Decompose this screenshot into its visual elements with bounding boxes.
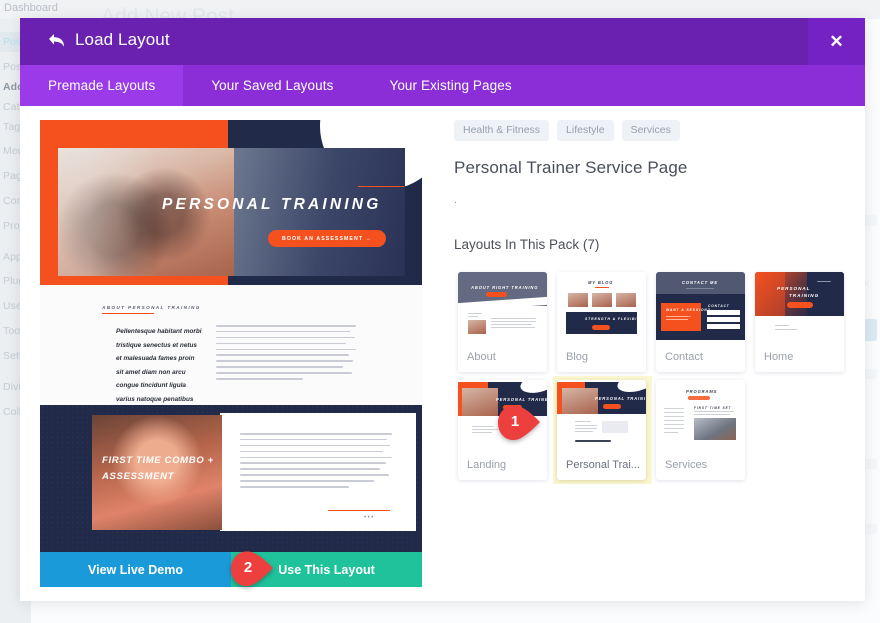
layout-preview-column: PERSONAL TRAINING BOOK AN ASSESSMENT → A… [40, 120, 422, 587]
screen: Dashboard Add New Post New in Posts Post… [0, 0, 880, 623]
layout-label: Home [764, 351, 794, 363]
view-live-demo-label: View Live Demo [88, 562, 183, 577]
layout-label: Personal Trai... [566, 459, 640, 471]
about-layout-card[interactable]: ABOUT RIGHT TRAINING About [458, 272, 547, 372]
layout-cell-contact: CONTACT ME WANT A SESSION? CONTACT Conta… [652, 268, 751, 376]
thumb-caption: CONTACT ME [682, 280, 718, 285]
thumb-caption: MY BLOG [588, 280, 614, 285]
thumb-caption: PERSONAL TRAINING [595, 396, 646, 401]
preview-action-bar: View Live Demo Use This Layout [40, 552, 422, 587]
tab-label: Your Saved Layouts [211, 78, 334, 93]
modal-title: Load Layout [75, 30, 170, 49]
home-layout-card[interactable]: PERSONAL TRAINING Home [755, 272, 844, 372]
modal-tab-bar: Premade Layouts Your Saved Layouts Your … [20, 65, 865, 106]
services-layout-card[interactable]: PROGRAMS FIRST TIME SET Services [656, 380, 745, 480]
layout-preview-image: PERSONAL TRAINING BOOK AN ASSESSMENT → A… [40, 120, 422, 552]
landing-layout-thumbnail: PERSONAL TRAINER [458, 380, 547, 448]
combo-more-icon: ••• [364, 515, 375, 521]
contact-layout-card[interactable]: CONTACT ME WANT A SESSION? CONTACT Conta… [656, 272, 745, 372]
about-layout-thumbnail: ABOUT RIGHT TRAINING [458, 272, 547, 340]
load-layout-modal: Load Layout ✕ Premade Layouts Your Saved… [20, 18, 865, 601]
preview-combo-section: FIRST TIME COMBO + ASSESSMENT ••• [40, 405, 422, 552]
personal-trainer-layout-thumbnail: PERSONAL TRAINING [557, 380, 646, 448]
about-eyebrow: ABOUT PERSONAL TRAINING [102, 305, 201, 310]
contact-layout-thumbnail: CONTACT ME WANT A SESSION? CONTACT [656, 272, 745, 340]
modal-body: PERSONAL TRAINING BOOK AN ASSESSMENT → A… [20, 106, 865, 601]
about-accent-rule [102, 313, 154, 315]
layout-cell-services: PROGRAMS FIRST TIME SET Services [652, 376, 751, 484]
thumb-caption: ABOUT RIGHT TRAINING [471, 285, 539, 290]
chip-services[interactable]: Services [621, 120, 680, 141]
pack-title: Personal Trainer Service Page [454, 158, 688, 177]
preview-hero-section: PERSONAL TRAINING BOOK AN ASSESSMENT → [40, 120, 422, 285]
wp-admin-bar-label: Dashboard [4, 2, 58, 14]
preview-about-section: ABOUT PERSONAL TRAINING Pellentesque hab… [40, 285, 422, 416]
tab-label: Premade Layouts [48, 78, 156, 93]
combo-title: FIRST TIME COMBO + ASSESSMENT [102, 455, 214, 482]
about-body-text [216, 325, 356, 384]
hero-cta-button: BOOK AN ASSESSMENT → [268, 230, 386, 247]
layout-label: About [467, 351, 496, 363]
layout-label: Services [665, 459, 708, 471]
chip-lifestyle[interactable]: Lifestyle [557, 120, 614, 141]
combo-body-text [240, 433, 392, 492]
hero-title: PERSONAL TRAINING [162, 196, 382, 213]
tab-your-existing-pages[interactable]: Your Existing Pages [361, 65, 539, 106]
layout-cell-personal-trainer: PERSONAL TRAINING Personal Trai... [553, 376, 652, 484]
combo-accent-rule [328, 510, 390, 511]
home-layout-thumbnail: PERSONAL TRAINING [755, 272, 844, 340]
tab-premade-layouts[interactable]: Premade Layouts [20, 65, 184, 106]
blog-layout-thumbnail: MY BLOG STRENGTH & FLEXIBILITY [557, 272, 646, 340]
layout-cell-about: ABOUT RIGHT TRAINING About [454, 268, 553, 376]
layout-cell-landing: PERSONAL TRAINER Landing [454, 376, 553, 484]
layout-cell-home: PERSONAL TRAINING Home [751, 268, 850, 376]
blog-layout-card[interactable]: MY BLOG STRENGTH & FLEXIBILITY Blog [557, 272, 646, 372]
layout-info-column: Health & Fitness Lifestyle Services Pers… [454, 120, 849, 484]
close-icon: ✕ [829, 32, 844, 51]
layouts-in-pack-heading: Layouts In This Pack (7) [454, 237, 600, 252]
modal-header: Load Layout ✕ [20, 18, 865, 65]
layout-label: Contact [665, 351, 703, 363]
tab-label: Your Existing Pages [389, 78, 512, 93]
personal-trainer-layout-card[interactable]: PERSONAL TRAINING Personal Trai... [557, 380, 646, 480]
chip-health-and-fitness[interactable]: Health & Fitness [454, 120, 550, 141]
layout-label: Landing [467, 459, 507, 471]
use-this-layout-label: Use This Layout [278, 562, 375, 577]
services-layout-thumbnail: PROGRAMS FIRST TIME SET [656, 380, 745, 448]
thumb-caption: PROGRAMS [686, 389, 718, 394]
view-live-demo-button[interactable]: View Live Demo [40, 552, 231, 587]
landing-layout-card[interactable]: PERSONAL TRAINER Landing [458, 380, 547, 480]
thumb-caption: PERSONAL TRAINER [496, 397, 547, 402]
pack-description: . [454, 194, 458, 206]
undo-arrow-icon[interactable] [46, 32, 66, 50]
layouts-grid: ABOUT RIGHT TRAINING About MY BLOG STREN… [454, 268, 849, 484]
hero-accent-line [358, 186, 404, 187]
sidebar-item-divi[interactable]: Divi [3, 381, 21, 393]
category-chips: Health & Fitness Lifestyle Services [454, 120, 849, 141]
tab-your-saved-layouts[interactable]: Your Saved Layouts [183, 65, 361, 106]
use-this-layout-button[interactable]: Use This Layout [231, 552, 422, 587]
layout-cell-blog: MY BLOG STRENGTH & FLEXIBILITY Blog [553, 268, 652, 376]
layout-label: Blog [566, 351, 589, 363]
close-button[interactable]: ✕ [808, 18, 865, 65]
